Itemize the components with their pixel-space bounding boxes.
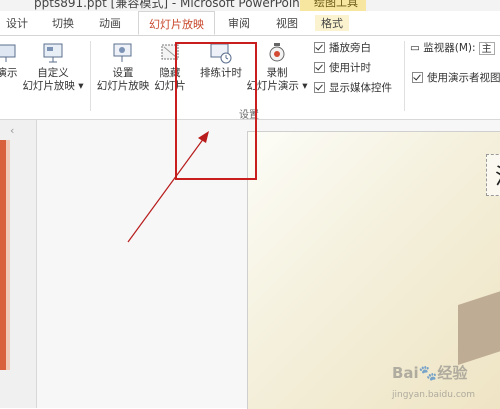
rehearse-timings-button[interactable]: 排练计时 bbox=[196, 41, 246, 80]
custom-show-button[interactable]: 自定义 幻灯片放映 ▾ bbox=[18, 41, 88, 93]
slide-thumbnails-pane[interactable]: ‹ bbox=[0, 120, 37, 408]
hide-slide-button[interactable]: 隐藏 幻灯片 bbox=[150, 41, 190, 93]
checkbox-checked-icon bbox=[314, 61, 325, 73]
context-group-label: 绘图工具 bbox=[314, 0, 358, 9]
hide-slide-label2: 幻灯片 bbox=[154, 80, 186, 92]
ribbon: 演示 自定义 幻灯片放映 ▾ 设置 幻灯片放映 隐藏 幻灯片 排练计时 录制 幻… bbox=[0, 35, 500, 121]
selected-thumbnail-edge bbox=[6, 140, 10, 370]
slide-shape[interactable] bbox=[458, 279, 500, 365]
from-current-slide-button[interactable]: 演示 bbox=[0, 41, 20, 80]
watermark-brand: Bai bbox=[392, 364, 419, 382]
checkbox-checked-icon bbox=[314, 41, 325, 53]
ribbon-separator bbox=[404, 41, 405, 111]
hide-slide-label1: 隐藏 bbox=[159, 67, 181, 79]
chevron-down-icon: ▾ bbox=[78, 80, 84, 92]
checkbox-checked-icon bbox=[314, 81, 325, 93]
title-bar: ppts891.ppt [兼容模式] - Microsoft PowerPoin… bbox=[0, 0, 500, 11]
slide-textbox[interactable]: 注 bbox=[486, 154, 500, 196]
setup-slideshow-icon bbox=[111, 41, 135, 65]
slideshow-icon bbox=[0, 41, 19, 65]
watermark-brand2: 经验 bbox=[437, 364, 468, 382]
present-label: 演示 bbox=[0, 67, 18, 79]
use-timings-checkbox[interactable]: 使用计时 bbox=[314, 61, 371, 75]
record-slideshow-button[interactable]: 录制 幻灯片演示 ▾ bbox=[244, 41, 310, 93]
collapse-icon[interactable]: ‹ bbox=[10, 124, 14, 137]
checkbox-checked-icon bbox=[412, 71, 423, 83]
record-label1: 录制 bbox=[266, 67, 288, 79]
monitor-selector[interactable]: ▭ 监视器(M): 主 bbox=[410, 41, 495, 55]
tab-animations[interactable]: 动画 bbox=[99, 15, 121, 31]
window-title: ppts891.ppt [兼容模式] - Microsoft PowerPoin… bbox=[34, 0, 305, 10]
watermark: Bai🐾经验 jingyan.baidu.com bbox=[392, 362, 475, 401]
monitor-icon: ▭ bbox=[410, 42, 420, 54]
tab-design[interactable]: 设计 bbox=[6, 15, 28, 31]
record-label2: 幻灯片演示 bbox=[246, 80, 299, 92]
custom-show-label2: 幻灯片放映 bbox=[22, 80, 75, 92]
context-tab-group: 绘图工具 bbox=[300, 0, 366, 11]
show-media-controls-checkbox[interactable]: 显示媒体控件 bbox=[314, 81, 392, 95]
paw-icon: 🐾 bbox=[418, 364, 438, 382]
tab-review[interactable]: 审阅 bbox=[228, 15, 250, 31]
hide-slide-icon bbox=[158, 41, 182, 65]
presenter-view-label: 使用演示者视图 bbox=[427, 72, 500, 84]
monitor-label: 监视器(M): bbox=[423, 42, 476, 54]
rehearse-timings-label: 排练计时 bbox=[200, 67, 242, 79]
play-narrations-label: 播放旁白 bbox=[329, 42, 371, 54]
show-media-controls-label: 显示媒体控件 bbox=[329, 82, 392, 94]
ribbon-separator bbox=[90, 41, 91, 111]
tab-transitions[interactable]: 切换 bbox=[52, 15, 74, 31]
slide-textbox-text: 注 bbox=[495, 159, 500, 191]
custom-show-icon bbox=[41, 41, 65, 65]
tab-view[interactable]: 视图 bbox=[276, 15, 298, 31]
watermark-url: jingyan.baidu.com bbox=[392, 390, 476, 400]
play-narrations-checkbox[interactable]: 播放旁白 bbox=[314, 41, 371, 55]
use-timings-label: 使用计时 bbox=[329, 62, 371, 74]
group-label-setup: 设置 bbox=[239, 110, 259, 121]
setup-slideshow-button[interactable]: 设置 幻灯片放映 bbox=[94, 41, 152, 93]
record-icon bbox=[265, 41, 289, 65]
rehearse-timings-icon bbox=[209, 41, 233, 65]
ribbon-tabs: 设计 切换 动画 幻灯片放映 审阅 视图 格式 bbox=[0, 11, 500, 36]
presenter-view-checkbox[interactable]: 使用演示者视图 bbox=[412, 71, 500, 85]
monitor-dropdown[interactable]: 主 bbox=[478, 41, 495, 55]
setup-slideshow-label2: 幻灯片放映 bbox=[96, 80, 150, 92]
setup-slideshow-label1: 设置 bbox=[112, 67, 134, 79]
chevron-down-icon: ▾ bbox=[302, 80, 308, 92]
custom-show-label1: 自定义 bbox=[37, 67, 69, 79]
tab-slideshow[interactable]: 幻灯片放映 bbox=[138, 11, 215, 35]
tab-format[interactable]: 格式 bbox=[315, 15, 349, 31]
